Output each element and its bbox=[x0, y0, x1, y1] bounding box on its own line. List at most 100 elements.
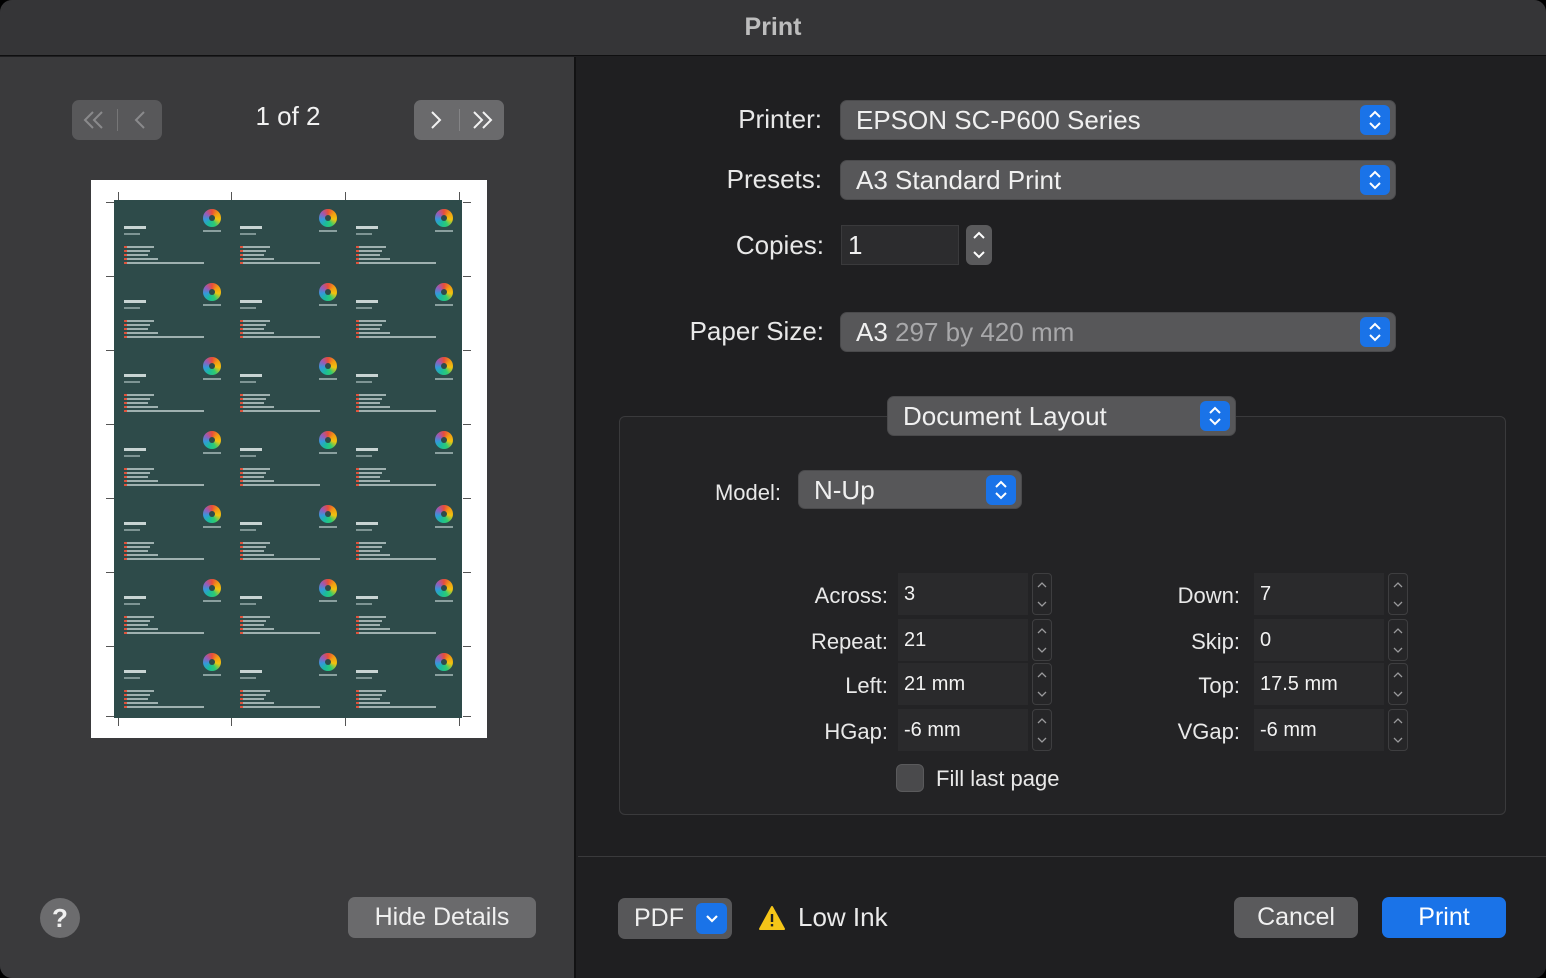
skip-field[interactable]: 0 bbox=[1254, 619, 1384, 661]
skip-stepper[interactable] bbox=[1388, 619, 1408, 661]
across-stepper[interactable] bbox=[1032, 573, 1052, 615]
popup-arrows-icon bbox=[986, 475, 1016, 505]
chevron-up-icon bbox=[1037, 717, 1047, 723]
popup-arrows-icon bbox=[1360, 165, 1390, 195]
presets-popup[interactable]: A3 Standard Print bbox=[840, 160, 1396, 200]
chevron-down-icon bbox=[1393, 737, 1403, 743]
hgap-field[interactable]: -6 mm bbox=[898, 709, 1028, 751]
chevron-down-icon bbox=[696, 903, 727, 934]
skip-label: Skip: bbox=[1191, 629, 1240, 654]
print-dialog: Print 1 of 2 ? Hide Details Printer: EPS… bbox=[0, 0, 1546, 978]
business-card-thumbnail bbox=[114, 422, 230, 496]
chevron-up-icon bbox=[1393, 671, 1403, 677]
chevron-down-icon bbox=[1393, 647, 1403, 653]
pdf-menu-button[interactable]: PDF bbox=[618, 898, 732, 939]
chevron-right-icon bbox=[431, 111, 442, 129]
business-card-thumbnail bbox=[346, 274, 462, 348]
business-card-thumbnail bbox=[230, 348, 346, 422]
business-card-thumbnail bbox=[346, 200, 462, 274]
top-stepper[interactable] bbox=[1388, 663, 1408, 705]
chevron-up-icon bbox=[1037, 671, 1047, 677]
chevron-down-icon bbox=[1037, 691, 1047, 697]
hide-details-button[interactable]: Hide Details bbox=[348, 897, 536, 938]
business-card-thumbnail bbox=[230, 422, 346, 496]
business-card-thumbnail bbox=[114, 274, 230, 348]
chevron-up-icon bbox=[1037, 581, 1047, 587]
printer-value: EPSON SC-P600 Series bbox=[856, 105, 1141, 135]
copies-field[interactable]: 1 bbox=[841, 225, 959, 265]
hgap-stepper[interactable] bbox=[1032, 709, 1052, 751]
paper-size-name: A3 bbox=[856, 317, 888, 347]
low-ink-text: Low Ink bbox=[798, 902, 888, 932]
chevron-up-icon bbox=[1037, 627, 1047, 633]
left-stepper[interactable] bbox=[1032, 663, 1052, 705]
paper-size-label: Paper Size: bbox=[689, 316, 824, 346]
repeat-field[interactable]: 21 bbox=[898, 619, 1028, 661]
chevron-down-icon bbox=[973, 251, 985, 259]
vgap-stepper[interactable] bbox=[1388, 709, 1408, 751]
chevron-down-icon bbox=[1037, 647, 1047, 653]
next-last-nav bbox=[414, 100, 504, 140]
chevron-up-icon bbox=[1393, 581, 1403, 587]
business-card-thumbnail bbox=[114, 570, 230, 644]
repeat-label: Repeat: bbox=[810, 629, 888, 654]
presets-value: A3 Standard Print bbox=[856, 165, 1062, 195]
paper-size-dims: 297 by 420 mm bbox=[895, 317, 1075, 347]
left-field[interactable]: 21 mm bbox=[898, 663, 1028, 705]
model-popup[interactable]: N-Up bbox=[798, 470, 1022, 509]
print-button[interactable]: Print bbox=[1382, 897, 1506, 938]
top-label: Top: bbox=[1198, 673, 1240, 698]
last-page-button[interactable] bbox=[460, 100, 505, 140]
business-card-thumbnail bbox=[346, 496, 462, 570]
business-card-thumbnail bbox=[114, 348, 230, 422]
paper-size-popup[interactable]: A3 297 by 420 mm bbox=[840, 312, 1396, 352]
vgap-field[interactable]: -6 mm bbox=[1254, 709, 1384, 751]
previous-page-button[interactable] bbox=[118, 100, 163, 140]
down-stepper[interactable] bbox=[1388, 573, 1408, 615]
hgap-label: HGap: bbox=[824, 719, 888, 744]
popup-arrows-icon bbox=[1360, 105, 1390, 135]
chevron-left-icon bbox=[134, 111, 145, 129]
double-chevron-left-icon bbox=[83, 111, 103, 129]
model-label: Model: bbox=[714, 480, 781, 505]
down-label: Down: bbox=[1177, 583, 1240, 608]
window-title: Print bbox=[0, 0, 1546, 56]
warning-icon bbox=[759, 905, 785, 930]
chevron-down-icon bbox=[1037, 737, 1047, 743]
fill-last-page-label: Fill last page bbox=[936, 766, 1060, 791]
chevron-up-icon bbox=[973, 231, 985, 239]
down-field[interactable]: 7 bbox=[1254, 573, 1384, 615]
chevron-down-icon bbox=[1037, 601, 1047, 607]
business-card-thumbnail bbox=[114, 644, 230, 718]
copies-stepper[interactable] bbox=[966, 225, 992, 265]
cancel-button[interactable]: Cancel bbox=[1234, 897, 1358, 938]
top-field[interactable]: 17.5 mm bbox=[1254, 663, 1384, 705]
model-value: N-Up bbox=[814, 475, 875, 505]
printer-label: Printer: bbox=[738, 104, 822, 134]
across-field[interactable]: 3 bbox=[898, 573, 1028, 615]
business-card-thumbnail bbox=[346, 422, 462, 496]
fill-last-page-checkbox[interactable] bbox=[896, 764, 924, 792]
low-ink-warning: Low Ink bbox=[758, 902, 888, 933]
page-preview bbox=[91, 180, 487, 738]
next-page-button[interactable] bbox=[414, 100, 459, 140]
section-popup[interactable]: Document Layout bbox=[887, 396, 1236, 436]
popup-arrows-icon bbox=[1200, 401, 1230, 431]
business-card-thumbnail bbox=[230, 496, 346, 570]
vgap-label: VGap: bbox=[1177, 719, 1240, 744]
help-button[interactable]: ? bbox=[40, 898, 80, 938]
page-indicator: 1 of 2 bbox=[255, 101, 321, 131]
presets-label: Presets: bbox=[726, 164, 822, 194]
chevron-up-icon bbox=[1393, 627, 1403, 633]
section-popup-value: Document Layout bbox=[903, 401, 1107, 431]
settings-pane: Printer: EPSON SC-P600 Series Presets: A… bbox=[578, 57, 1546, 978]
repeat-stepper[interactable] bbox=[1032, 619, 1052, 661]
printer-popup[interactable]: EPSON SC-P600 Series bbox=[840, 100, 1396, 140]
business-card-thumbnail bbox=[114, 496, 230, 570]
pdf-label: PDF bbox=[634, 904, 684, 932]
business-card-thumbnail bbox=[346, 570, 462, 644]
chevron-down-icon bbox=[1393, 601, 1403, 607]
double-chevron-right-icon bbox=[473, 111, 493, 129]
first-page-button[interactable] bbox=[72, 100, 117, 140]
copies-label: Copies: bbox=[735, 230, 824, 260]
